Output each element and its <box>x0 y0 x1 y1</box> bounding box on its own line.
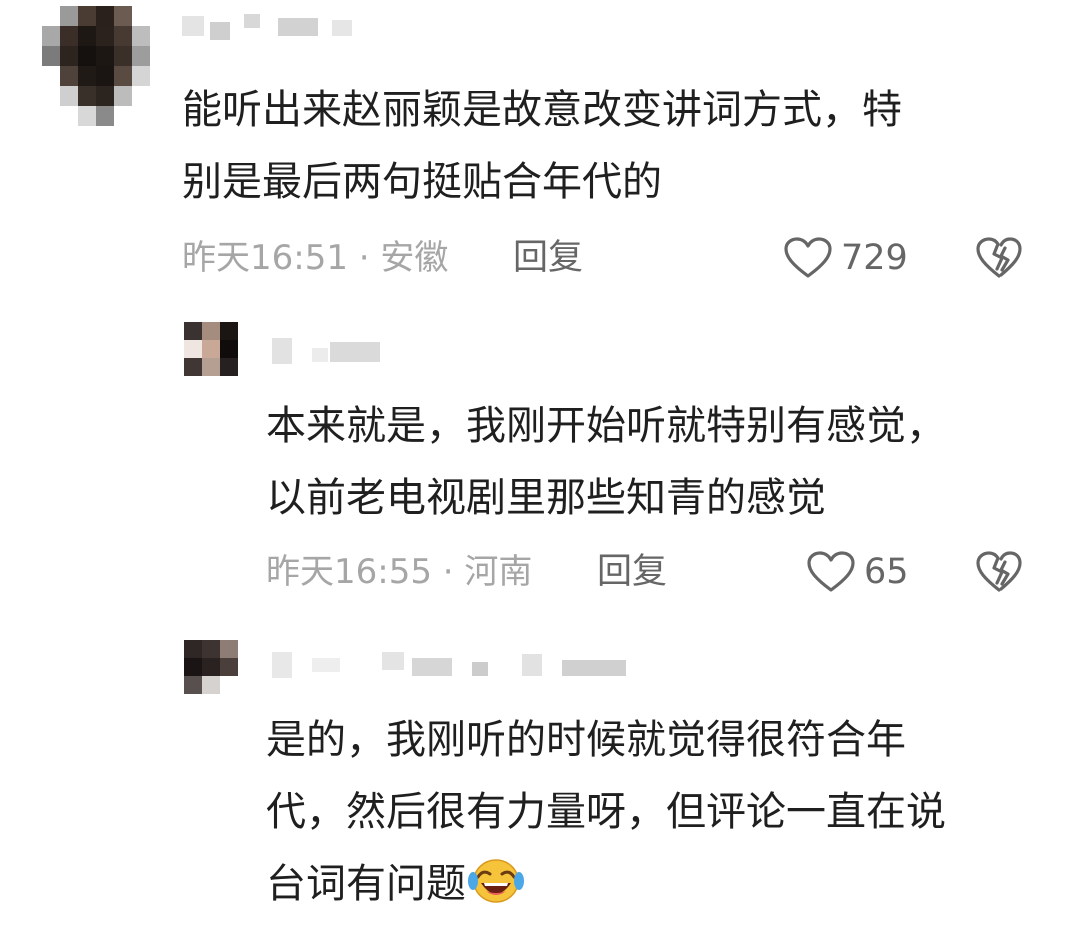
comment-text-line: 台词有问题 <box>266 861 466 907</box>
comment-text: 能听出来赵丽颖是故意改变讲词方式，特 别是最后两句挺贴合年代的 <box>182 74 902 218</box>
username-redacted[interactable] <box>272 338 392 364</box>
heart-outline-icon <box>807 551 855 592</box>
comment-text-line: 别是最后两句挺贴合年代的 <box>182 159 662 205</box>
dislike-button[interactable] <box>975 550 1023 594</box>
reply-button[interactable]: 回复 <box>513 238 583 278</box>
meta-separator: · <box>431 552 465 592</box>
avatar[interactable] <box>42 6 150 126</box>
comment-location: 河南 <box>464 552 533 592</box>
comment-text-line: 代，然后很有力量呀，但评论一直在说 <box>266 789 946 835</box>
comment-meta: 昨天16:51 · 安徽 <box>182 238 448 278</box>
broken-heart-icon <box>976 551 1022 592</box>
comment-text-line: 是的，我刚听的时候就觉得很符合年 <box>266 717 906 763</box>
reply-button[interactable]: 回复 <box>597 552 667 592</box>
meta-separator: · <box>347 238 381 278</box>
avatar[interactable] <box>184 640 238 694</box>
comment-text-line: 本来就是，我刚开始听就特别有感觉， <box>266 403 946 449</box>
comment-text-line: 以前老电视剧里那些知青的感觉 <box>266 475 826 521</box>
comment-text: 是的，我刚听的时候就觉得很符合年 代，然后很有力量呀，但评论一直在说 台词有问题 <box>266 704 946 920</box>
like-button[interactable]: 65 <box>806 550 909 594</box>
laughing-crying-emoji-icon <box>468 859 524 903</box>
comment-location: 安徽 <box>380 238 449 278</box>
broken-heart-icon <box>976 237 1022 278</box>
heart-outline-icon <box>784 237 832 278</box>
comment-text-line: 能听出来赵丽颖是故意改变讲词方式，特 <box>182 87 902 133</box>
username-redacted[interactable] <box>272 652 632 678</box>
comment-text: 本来就是，我刚开始听就特别有感觉， 以前老电视剧里那些知青的感觉 <box>266 390 946 534</box>
comment-time: 昨天16:55 <box>266 552 432 592</box>
comment-text-line-with-emoji: 台词有问题 <box>266 848 946 920</box>
dislike-button[interactable] <box>975 236 1023 280</box>
comment-meta: 昨天16:55 · 河南 <box>266 552 532 592</box>
like-count: 65 <box>864 552 909 592</box>
comment-time: 昨天16:51 <box>182 238 348 278</box>
avatar[interactable] <box>184 322 238 376</box>
like-count: 729 <box>841 238 908 278</box>
like-button[interactable]: 729 <box>783 236 908 280</box>
username-redacted[interactable] <box>182 14 382 40</box>
